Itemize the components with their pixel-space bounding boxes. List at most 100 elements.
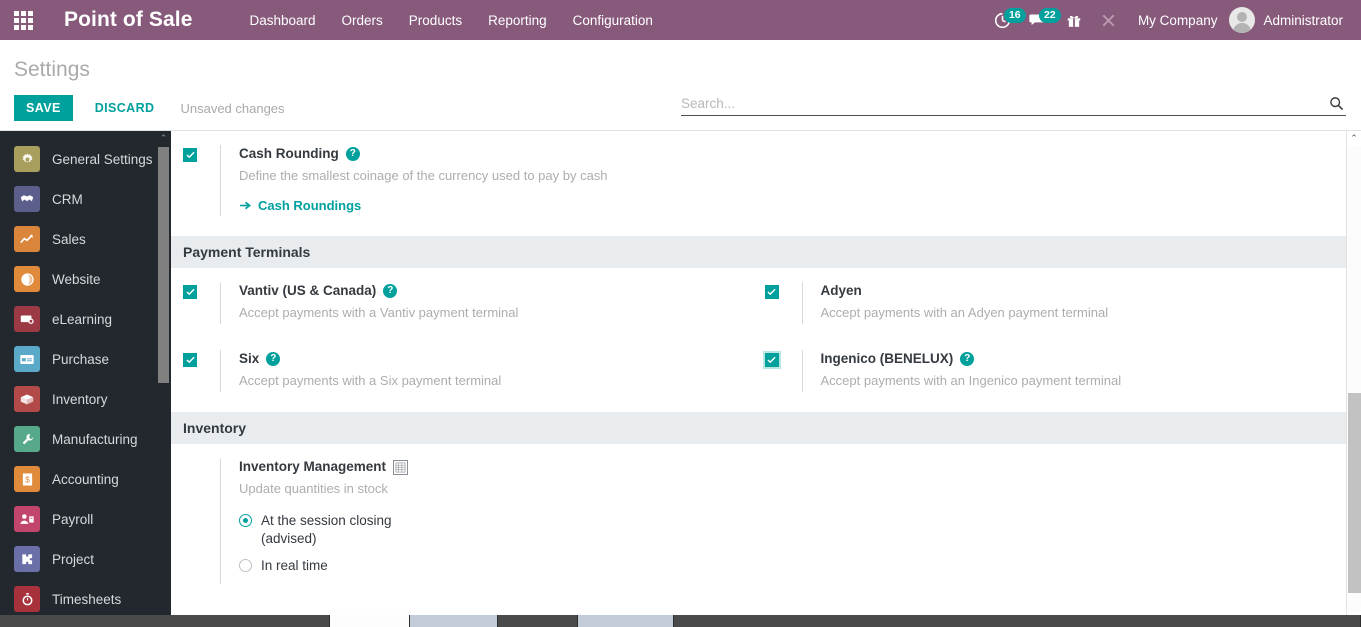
- six-body: Six ? Accept payments with a Six payment…: [220, 350, 501, 392]
- section-header-payment-terminals: Payment Terminals: [171, 236, 1346, 268]
- discard-button[interactable]: DISCARD: [81, 95, 169, 121]
- stopwatch-icon: [14, 586, 40, 612]
- sidebar-item-label: Sales: [52, 231, 86, 247]
- apps-menu-button[interactable]: [0, 0, 46, 40]
- sidebar-item-accounting[interactable]: $ Accounting: [0, 459, 171, 499]
- activities-button[interactable]: 16: [985, 0, 1026, 40]
- taskbar-segment: [498, 615, 578, 627]
- menu-item-products[interactable]: Products: [396, 2, 475, 39]
- user-menu[interactable]: Administrator: [1229, 7, 1353, 33]
- content-scroll-thumb[interactable]: [1348, 393, 1361, 593]
- gift-icon: [1067, 15, 1081, 27]
- sidebar-item-website[interactable]: Website: [0, 259, 171, 299]
- help-icon[interactable]: ?: [383, 284, 398, 298]
- handshake-icon: [14, 186, 40, 212]
- cash-rounding-title: Cash Rounding: [239, 146, 339, 161]
- setting-row-inventory-management: Inventory Management Update quantities i…: [171, 444, 1346, 596]
- sidebar-item-inventory[interactable]: Inventory: [0, 379, 171, 419]
- sidebar-item-purchase[interactable]: Purchase: [0, 339, 171, 379]
- help-icon[interactable]: ?: [960, 352, 975, 366]
- messages-button[interactable]: 22: [1020, 0, 1061, 40]
- radio-option-session-closing[interactable]: At the session closing (advised): [239, 512, 408, 548]
- sidebar-item-project[interactable]: Project: [0, 539, 171, 579]
- puzzle-icon: [14, 546, 40, 572]
- vantiv-body: Vantiv (US & Canada) ? Accept payments w…: [220, 282, 518, 324]
- taskbar-segment: [674, 615, 1361, 627]
- main-body: General Settings CRM Sales Website eLear…: [0, 131, 1361, 627]
- adyen-title-row: Adyen: [821, 282, 1109, 300]
- radio-selected-icon[interactable]: [239, 514, 252, 527]
- cash-roundings-link-label: Cash Roundings: [258, 198, 362, 213]
- ingenico-checkbox[interactable]: [764, 353, 779, 367]
- settings-panels: Cash Rounding ? Define the smallest coin…: [171, 131, 1346, 596]
- menu-item-orders[interactable]: Orders: [329, 2, 396, 39]
- radio-unselected-icon[interactable]: [239, 559, 252, 572]
- sidebar-item-label: Timesheets: [52, 591, 122, 607]
- cash-roundings-link[interactable]: Cash Roundings: [239, 198, 361, 213]
- cash-rounding-description: Define the smallest coinage of the curre…: [239, 168, 608, 183]
- taskbar-window[interactable]: [410, 615, 498, 627]
- taskbar-window-active[interactable]: [330, 615, 410, 627]
- six-title: Six: [239, 351, 260, 366]
- menu-item-configuration[interactable]: Configuration: [560, 2, 666, 39]
- vantiv-checkbox[interactable]: [183, 285, 197, 299]
- content-scrollbar[interactable]: ⌃ ⌄: [1346, 131, 1361, 627]
- sidebar-item-sales[interactable]: Sales: [0, 219, 171, 259]
- ingenico-description: Accept payments with an Ingenico payment…: [820, 373, 1122, 388]
- setting-vantiv: Vantiv (US & Canada) ? Accept payments w…: [183, 268, 765, 336]
- taskbar-window[interactable]: [578, 615, 674, 627]
- page-title: Settings: [14, 58, 90, 81]
- sidebar-item-timesheets[interactable]: Timesheets: [0, 579, 171, 619]
- wrench-icon: [14, 426, 40, 452]
- search-button[interactable]: [1327, 96, 1346, 111]
- content-scroll-up-icon[interactable]: ⌃: [1347, 131, 1361, 146]
- cash-rounding-body: Cash Rounding ? Define the smallest coin…: [220, 145, 608, 216]
- setting-adyen: Adyen Accept payments with an Adyen paym…: [764, 268, 1347, 336]
- sidebar-item-general-settings[interactable]: General Settings: [0, 139, 171, 179]
- top-navbar: Point of Sale Dashboard Orders Products …: [0, 0, 1361, 40]
- invoice-icon: $: [14, 466, 40, 492]
- main-menu: Dashboard Orders Products Reporting Conf…: [236, 2, 665, 39]
- sidebar-item-elearning[interactable]: eLearning: [0, 299, 171, 339]
- search-input[interactable]: [681, 96, 1327, 111]
- setting-row-cash-rounding: Cash Rounding ? Define the smallest coin…: [171, 131, 1346, 228]
- six-checkbox[interactable]: [183, 353, 197, 367]
- inventory-management-description: Update quantities in stock: [239, 481, 388, 496]
- setting-row-terminals-2: Six ? Accept payments with a Six payment…: [171, 336, 1346, 404]
- document-grid-icon[interactable]: [393, 459, 409, 475]
- navbar-right-tools: 16 22 My Company Administrator: [985, 0, 1361, 40]
- settings-sidebar: General Settings CRM Sales Website eLear…: [0, 131, 171, 627]
- inventory-update-options: At the session closing (advised) In real…: [239, 512, 408, 575]
- adyen-title: Adyen: [820, 283, 862, 298]
- chart-line-icon: [14, 226, 40, 252]
- radio-option-real-time[interactable]: In real time: [239, 557, 408, 575]
- help-icon[interactable]: ?: [345, 147, 360, 161]
- sidebar-item-crm[interactable]: CRM: [0, 179, 171, 219]
- inventory-management-title-row: Inventory Management: [239, 458, 409, 476]
- sidebar-scroll-up-icon[interactable]: ⌃: [156, 131, 171, 146]
- sidebar-item-payroll[interactable]: Payroll: [0, 499, 171, 539]
- developer-tools-button[interactable]: [1091, 0, 1126, 40]
- setting-six: Six ? Accept payments with a Six payment…: [183, 336, 765, 404]
- company-switcher[interactable]: My Company: [1126, 13, 1230, 28]
- save-button[interactable]: SAVE: [14, 95, 73, 121]
- section-header-inventory: Inventory: [171, 412, 1346, 444]
- sidebar-scrollbar[interactable]: ⌃ ⌄: [156, 131, 171, 627]
- settings-content: Cash Rounding ? Define the smallest coin…: [171, 131, 1361, 627]
- adyen-checkbox[interactable]: [764, 285, 779, 299]
- setting-inventory-management: Inventory Management Update quantities i…: [183, 444, 765, 596]
- presentation-icon: [14, 306, 40, 332]
- apps-grid-icon: [13, 10, 33, 30]
- help-icon[interactable]: ?: [266, 352, 281, 366]
- search-bar: [681, 96, 1346, 116]
- sidebar-item-manufacturing[interactable]: Manufacturing: [0, 419, 171, 459]
- ingenico-title: Ingenico (BENELUX): [820, 351, 954, 366]
- gift-button[interactable]: [1057, 0, 1091, 40]
- setting-ingenico: Ingenico (BENELUX) ? Accept payments wit…: [764, 336, 1347, 404]
- menu-item-dashboard[interactable]: Dashboard: [236, 2, 328, 39]
- menu-item-reporting[interactable]: Reporting: [475, 2, 560, 39]
- cash-rounding-checkbox[interactable]: [183, 148, 197, 162]
- check-icon: [185, 288, 195, 296]
- sidebar-scroll-thumb[interactable]: [158, 147, 169, 383]
- sidebar-item-label: Payroll: [52, 511, 94, 527]
